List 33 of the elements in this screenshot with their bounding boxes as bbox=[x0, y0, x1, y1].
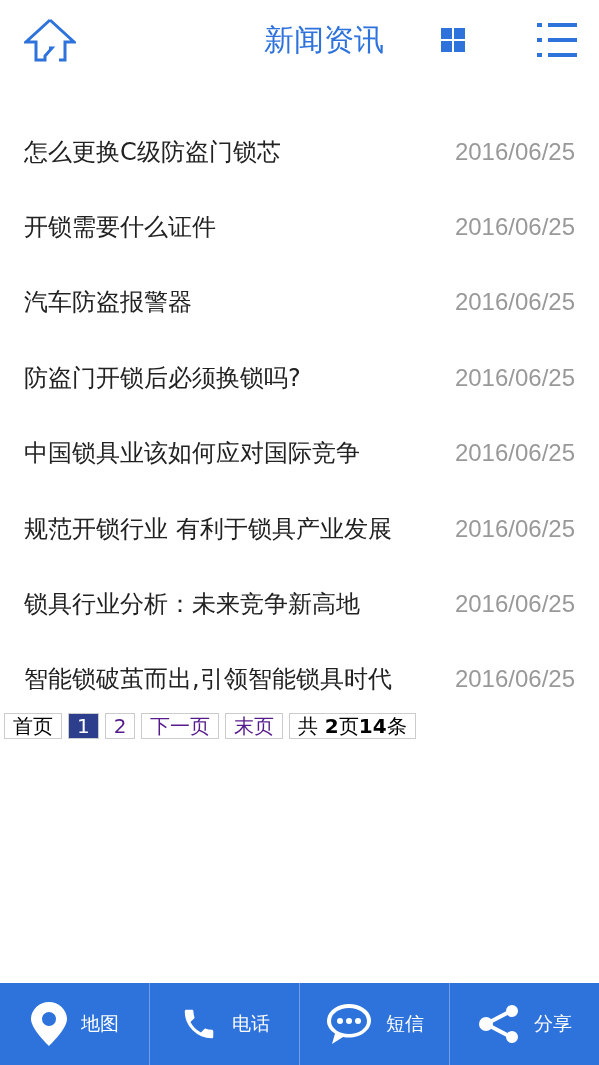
page-total-text: 共 2页14条 bbox=[289, 713, 416, 740]
news-title-link[interactable]: 怎么更换C级防盗门锁芯 bbox=[24, 135, 281, 168]
news-title-link[interactable]: 中国锁具业该如何应对国际竞争 bbox=[24, 437, 360, 470]
chat-bubble-icon bbox=[325, 1003, 372, 1045]
page-number-link[interactable]: 2 bbox=[104, 713, 136, 740]
page-link[interactable]: 末页 bbox=[225, 713, 284, 740]
news-date: 2016/06/25 bbox=[454, 213, 575, 242]
news-title-link[interactable]: 规范开锁行业 有利于锁具产业发展 bbox=[24, 512, 392, 545]
page-link[interactable]: 首页 bbox=[4, 713, 62, 740]
page-number-link[interactable]: 1 bbox=[68, 713, 99, 740]
news-title-link[interactable]: 汽车防盗报警器 bbox=[24, 286, 192, 319]
page-title: 新闻资讯 bbox=[262, 20, 385, 59]
page-link[interactable]: 下一页 bbox=[141, 713, 220, 740]
news-title-link[interactable]: 锁具行业分析：未来竞争新高地 bbox=[24, 588, 360, 621]
bottom-bar-button[interactable]: 地图 bbox=[0, 983, 149, 1065]
news-date: 2016/06/25 bbox=[454, 137, 575, 166]
news-title-link[interactable]: 防盗门开锁后必须换锁吗? bbox=[24, 361, 301, 394]
bottom-bar-button[interactable]: 电话 bbox=[149, 983, 299, 1065]
bottom-bar-button[interactable]: 短信 bbox=[299, 983, 449, 1065]
news-date: 2016/06/25 bbox=[454, 439, 575, 468]
news-date: 2016/06/25 bbox=[454, 665, 575, 694]
news-date: 2016/06/25 bbox=[454, 288, 575, 317]
share-icon bbox=[477, 1004, 520, 1044]
news-date: 2016/06/25 bbox=[454, 590, 575, 619]
news-title-link[interactable]: 开锁需要什么证件 bbox=[24, 211, 216, 244]
map-pin-icon bbox=[30, 1002, 67, 1046]
bottom-bar-button[interactable]: 分享 bbox=[449, 983, 599, 1065]
news-date: 2016/06/25 bbox=[454, 363, 575, 392]
news-title-link[interactable]: 智能锁破茧而出,引领智能锁具时代 bbox=[24, 663, 392, 696]
menu-icon[interactable] bbox=[537, 23, 577, 57]
news-date: 2016/06/25 bbox=[454, 514, 575, 543]
home-icon[interactable] bbox=[24, 18, 76, 62]
grid-icon[interactable] bbox=[441, 28, 465, 52]
